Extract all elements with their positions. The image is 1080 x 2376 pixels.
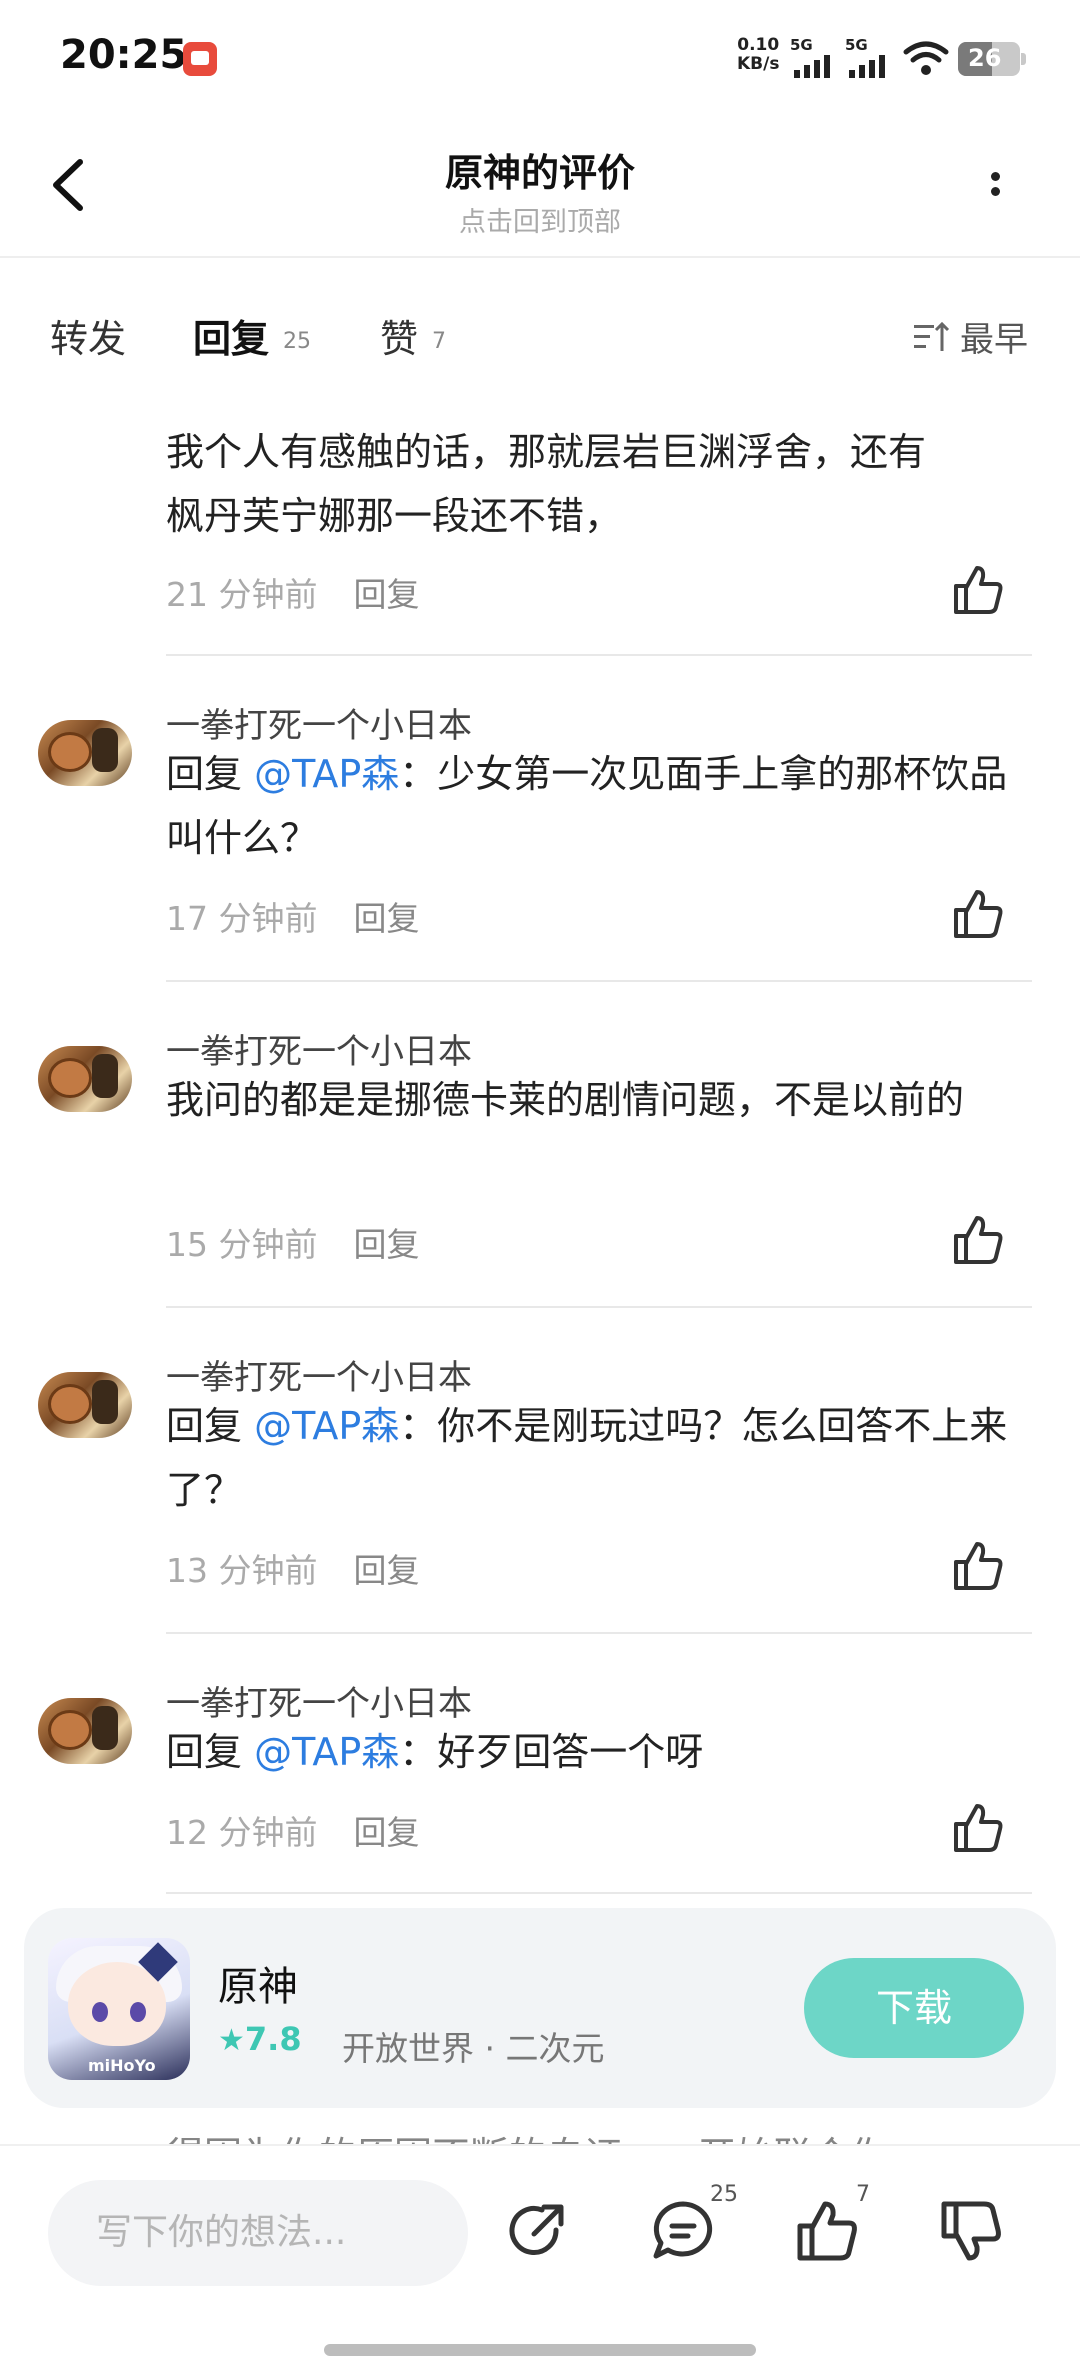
thumbs-up-icon[interactable]: [950, 1538, 1006, 1594]
reply-list[interactable]: 我个人有感触的话，那就层岩巨渊浮舍，还有 枫丹芙宁娜那一段还不错， 21 分钟前…: [0, 372, 1080, 2142]
app-tags: 开放世界 · 二次元: [342, 2029, 605, 2068]
tab-replies-count: 25: [283, 329, 312, 354]
cellular-signal-icon: 5G: [845, 36, 893, 80]
mention-link[interactable]: @TAP森: [254, 1404, 399, 1448]
sort-order-toggle[interactable]: 最早: [914, 312, 1028, 361]
battery-icon: 26: [958, 42, 1026, 76]
signal-type-label: 5G: [790, 36, 813, 54]
battery-level: 26: [968, 44, 1002, 72]
star-icon: ★: [218, 2023, 245, 2058]
reply-prefix: 回复: [166, 752, 255, 796]
reply-time: 17 分钟前: [166, 899, 318, 938]
tab-likes-label: 赞: [380, 317, 419, 361]
comment-input[interactable]: 写下你的想法...: [48, 2180, 468, 2286]
avatar[interactable]: [38, 720, 132, 786]
reply-meta: 13 分钟前 回复: [166, 1544, 419, 1592]
status-bar: 20:25 0.10 KB/s 5G 5G 26: [0, 0, 1080, 118]
cellular-signal-icon: 5G: [790, 36, 838, 80]
network-speed-value: 0.10: [737, 35, 780, 55]
reply-meta: 15 分钟前 回复: [166, 1218, 419, 1266]
reply-action[interactable]: 回复: [353, 575, 419, 614]
comment-count: 25: [710, 2182, 738, 2207]
reply-prefix: 回复: [166, 1730, 255, 1774]
download-button[interactable]: 下载: [804, 1958, 1024, 2058]
app-card[interactable]: miHoYo 原神 ★7.8 开放世界 · 二次元 下载: [24, 1908, 1056, 2108]
sort-icon: [914, 321, 950, 351]
avatar[interactable]: [38, 1046, 132, 1112]
reply-text: 我个人有感触的话，那就层岩巨渊浮舍，还有 枫丹芙宁娜那一段还不错，: [166, 420, 1016, 548]
divider: [166, 1892, 1032, 1894]
reply-text: 回复 @TAP森：少女第一次见面手上拿的那杯饮品叫什么？: [166, 742, 1016, 870]
mention-link[interactable]: @TAP森: [254, 1730, 399, 1774]
network-speed: 0.10 KB/s: [737, 36, 779, 74]
reply-author[interactable]: 一拳打死一个小日本: [166, 1676, 472, 1725]
reply-time: 15 分钟前: [166, 1225, 318, 1264]
reply-text: 回复 @TAP森：你不是刚玩过吗？怎么回答不上来了？: [166, 1394, 1016, 1522]
app-name[interactable]: 原神: [218, 1954, 298, 2012]
reply-action[interactable]: 回复: [353, 1551, 419, 1590]
reply-text: 回复 @TAP森：好歹回答一个呀: [166, 1720, 1016, 1784]
reply-meta: 17 分钟前 回复: [166, 892, 419, 940]
reply-author[interactable]: 一拳打死一个小日本: [166, 698, 472, 747]
reply-text-line: 我个人有感触的话，那就层岩巨渊浮舍，还有: [166, 430, 927, 474]
reply-time: 13 分钟前: [166, 1551, 318, 1590]
reply-meta: 12 分钟前 回复: [166, 1806, 419, 1854]
reply-action[interactable]: 回复: [353, 1225, 419, 1264]
reply-author[interactable]: 一拳打死一个小日本: [166, 1024, 472, 1073]
divider: [166, 654, 1032, 656]
top-app-bar: 原神的评价 点击回到顶部: [0, 118, 1080, 258]
reply-text: 我问的都是是挪德卡莱的剧情问题，不是以前的: [166, 1078, 965, 1122]
reply-author[interactable]: 一拳打死一个小日本: [166, 1350, 472, 1399]
notification-app-icon: [183, 42, 217, 76]
like-count: 7: [856, 2182, 870, 2207]
reply-action[interactable]: 回复: [353, 1813, 419, 1852]
app-icon[interactable]: miHoYo: [48, 1938, 190, 2080]
reply-action[interactable]: 回复: [353, 899, 419, 938]
avatar[interactable]: [38, 1372, 132, 1438]
divider: [166, 980, 1032, 982]
comment-icon[interactable]: [648, 2196, 718, 2266]
status-time: 20:25: [60, 32, 188, 78]
thumbs-up-icon[interactable]: [792, 2196, 862, 2266]
more-options-button[interactable]: [980, 166, 1010, 216]
reply-meta: 21 分钟前 回复: [166, 568, 419, 616]
wifi-icon: [903, 41, 949, 75]
sort-label: 最早: [960, 320, 1028, 360]
reply-prefix: 回复: [166, 1404, 255, 1448]
thumbs-up-icon[interactable]: [950, 562, 1006, 618]
tab-bar: 转发 回复 25 赞7 最早: [0, 260, 1080, 370]
signal-type-label: 5G: [845, 36, 868, 54]
tab-likes[interactable]: 赞7: [380, 308, 446, 363]
scroll-to-top-hint[interactable]: 点击回到顶部: [0, 200, 1080, 239]
tab-repost-label: 转发: [50, 317, 127, 361]
app-rating: ★7.8: [218, 2020, 302, 2058]
share-icon[interactable]: [504, 2196, 574, 2266]
reply-content: ：好歹回答一个呀: [399, 1730, 704, 1774]
mention-link[interactable]: @TAP森: [254, 752, 399, 796]
tab-likes-count: 7: [432, 329, 447, 354]
reply-time: 12 分钟前: [166, 1813, 318, 1852]
reply-text-line: 枫丹芙宁娜那一段还不错，: [166, 494, 623, 538]
divider: [166, 1632, 1032, 1634]
network-speed-unit: KB/s: [737, 54, 780, 74]
avatar[interactable]: [38, 1698, 132, 1764]
reply-time: 21 分钟前: [166, 575, 318, 614]
divider: [166, 1306, 1032, 1308]
thumbs-up-icon[interactable]: [950, 886, 1006, 942]
reply-cutoff-line: [166, 372, 1016, 388]
page-title[interactable]: 原神的评价: [0, 142, 1080, 197]
app-icon-badge: miHoYo: [88, 2056, 156, 2075]
app-rating-value: 7.8: [244, 2020, 302, 2058]
bottom-action-bar: 写下你的想法... 25 7: [0, 2144, 1080, 2376]
tab-replies-label: 回复: [193, 317, 270, 361]
thumbs-down-icon[interactable]: [936, 2196, 1006, 2266]
thumbs-up-icon[interactable]: [950, 1800, 1006, 1856]
tab-repost[interactable]: 转发: [50, 308, 126, 363]
tab-replies[interactable]: 回复 25: [193, 308, 311, 363]
home-indicator[interactable]: [324, 2344, 756, 2356]
thumbs-up-icon[interactable]: [950, 1212, 1006, 1268]
